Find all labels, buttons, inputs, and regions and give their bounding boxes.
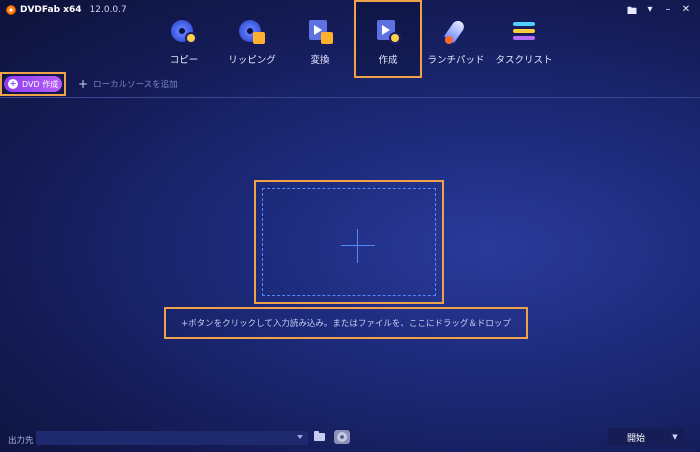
convert-film-icon (307, 18, 333, 44)
main-toolbar: コピー リッピング 変換 作成 ランチパッド タスクリスト (150, 0, 558, 78)
hint-highlight: +ボタンをクリックして入力読み込み。またはファイルを、ここにドラッグ＆ドロップ (164, 307, 528, 339)
drop-hint-text: +ボタンをクリックして入力読み込み。またはファイルを、ここにドラッグ＆ドロップ (181, 319, 511, 329)
output-path-select[interactable] (36, 431, 308, 445)
tab-label: リッピング (228, 55, 276, 66)
app-version: 12.0.0.7 (89, 5, 127, 15)
start-dropdown-icon[interactable]: ▼ (665, 428, 685, 446)
tab-launchpad[interactable]: ランチパッド (422, 0, 490, 78)
add-local-source-button[interactable]: + ローカルソースを追加 (78, 78, 178, 90)
ripper-disc-icon (239, 18, 265, 44)
creator-film-icon (375, 18, 401, 44)
tab-label: タスクリスト (495, 55, 553, 66)
copy-disc-icon (171, 18, 197, 44)
app-name: DVDFab x64 (20, 5, 82, 15)
plus-circle-icon: + (8, 79, 18, 89)
divider (0, 97, 700, 98)
gift-icon[interactable]: 🖿 (626, 4, 638, 21)
tab-label: コピー (169, 55, 199, 66)
footer-bar: 出力先 開始 ▼ (0, 428, 700, 452)
start-button[interactable]: 開始 (608, 428, 664, 446)
tab-task-list[interactable]: タスクリスト (490, 0, 558, 78)
dvd-create-label: DVD 作成 (22, 79, 59, 89)
rocket-icon (443, 18, 469, 44)
output-label: 出力先 (8, 436, 34, 446)
app-logo: DVDFab x64 12.0.0.7 (6, 5, 127, 15)
logo-icon (6, 5, 16, 15)
tab-label: 変換 (310, 55, 330, 66)
tab-creator[interactable]: 作成 (354, 0, 422, 78)
start-label: 開始 (626, 433, 645, 444)
drop-area-highlight (254, 180, 444, 304)
add-local-label: ローカルソースを追加 (93, 80, 178, 90)
dvd-create-button[interactable]: + DVD 作成 (4, 76, 62, 92)
plus-icon: + (78, 77, 89, 91)
close-icon[interactable]: ✕ (680, 4, 692, 21)
task-list-icon (511, 18, 537, 44)
tab-label: ランチパッド (427, 55, 485, 66)
dropdown-icon[interactable]: ▾ (644, 4, 656, 21)
minimize-icon[interactable]: – (662, 4, 674, 21)
add-plus-icon (341, 245, 375, 246)
tab-label: 作成 (378, 55, 398, 66)
window-controls: 🖿 ▾ – ✕ (626, 4, 692, 21)
tab-copy[interactable]: コピー (150, 0, 218, 78)
tab-ripper[interactable]: リッピング (218, 0, 286, 78)
chevron-down-icon[interactable] (297, 435, 303, 439)
folder-icon[interactable] (314, 431, 325, 441)
tab-convert[interactable]: 変換 (286, 0, 354, 78)
add-source-drop-zone[interactable] (262, 188, 436, 296)
iso-disc-icon[interactable] (334, 430, 350, 444)
dvd-creator-highlight: + DVD 作成 (0, 72, 66, 96)
